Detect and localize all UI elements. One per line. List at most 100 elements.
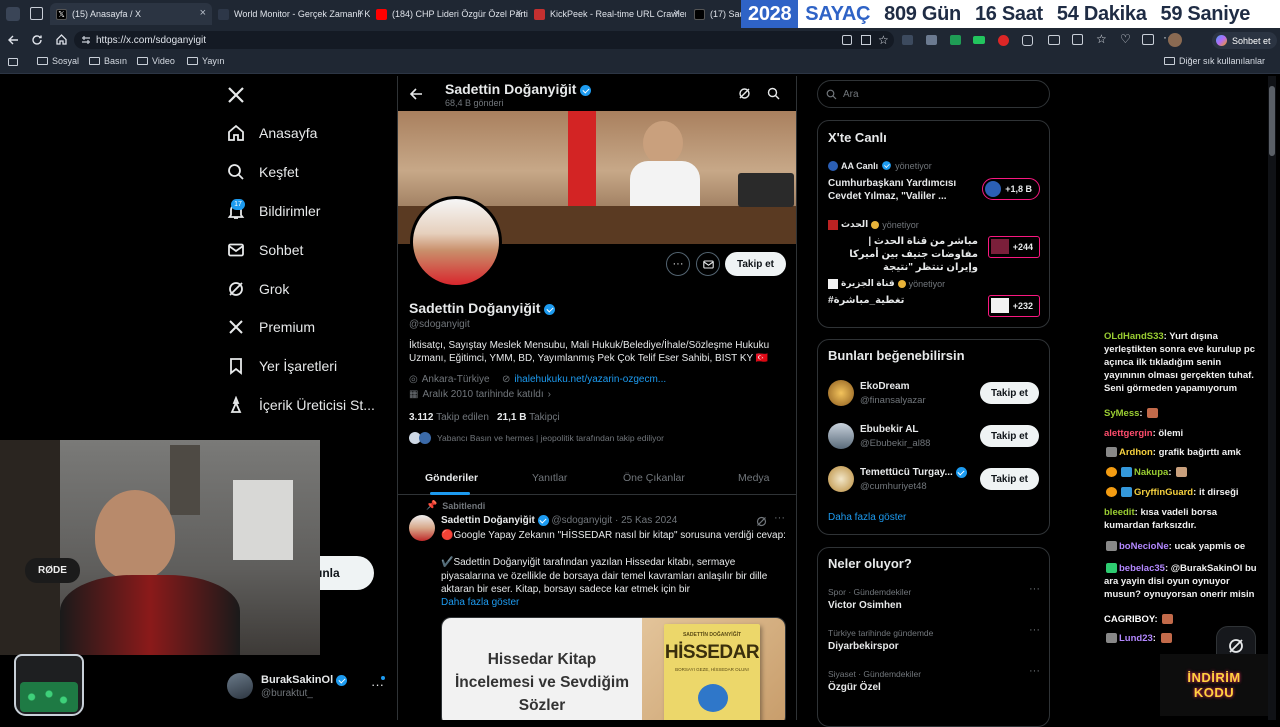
favorites-icon[interactable] xyxy=(1072,34,1083,45)
sidebar-item-bookmarks[interactable]: Yer İşaretleri xyxy=(227,357,337,375)
follow-button[interactable]: Takip et xyxy=(725,252,786,276)
home-icon[interactable] xyxy=(55,33,68,46)
search-icon[interactable] xyxy=(767,87,780,100)
search-input[interactable]: Ara xyxy=(843,89,859,100)
sidebar-item-premium[interactable]: Premium xyxy=(227,318,315,336)
live-item[interactable]: AA Canlı yönetiyor Cumhurbaşkanı Yardımc… xyxy=(828,160,1043,202)
close-icon[interactable]: × xyxy=(674,7,680,19)
follow-button[interactable]: Takip et xyxy=(980,468,1039,490)
tab-replies[interactable]: Yanıtlar xyxy=(532,472,567,484)
trend-item[interactable]: Siyaset · Gündemdekiler Özgür Özel ··· xyxy=(828,665,1040,693)
live-listeners[interactable]: +1,8 B xyxy=(982,178,1040,200)
grok-icon[interactable] xyxy=(738,87,751,100)
split-screen-icon[interactable] xyxy=(1048,35,1060,45)
post-image[interactable]: Hissedar Kitap İncelemesi ve Sevdiğim Sö… xyxy=(441,617,786,720)
live-listeners[interactable]: +244 xyxy=(988,236,1040,258)
more-options-button[interactable]: ··· xyxy=(666,252,690,276)
account-switcher[interactable]: BurakSakinOl @buraktut_ ··· xyxy=(227,673,387,701)
tab-actions-icon[interactable] xyxy=(6,7,20,21)
post-author[interactable]: Sadettin Doğanyiğit xyxy=(441,515,535,526)
back-arrow-icon[interactable] xyxy=(7,34,19,46)
close-icon[interactable]: × xyxy=(200,7,206,19)
extension-icon[interactable] xyxy=(973,36,985,44)
sidebar-item-explore[interactable]: Keşfet xyxy=(227,163,299,181)
tab-media[interactable]: Medya xyxy=(738,472,770,484)
live-item[interactable]: الحدث yönetiyor مباشر من قناة الحدث | مف… xyxy=(828,219,1043,273)
downloads-icon[interactable] xyxy=(1142,34,1154,45)
extension-icon[interactable] xyxy=(902,35,913,45)
counter-days: 809 Gün xyxy=(884,2,961,25)
reload-icon[interactable] xyxy=(31,34,43,46)
bookmark-folder-video[interactable]: Video xyxy=(137,56,175,66)
sidebar-item-creator-studio[interactable]: İçerik Üreticisi St... xyxy=(227,396,375,414)
bookmark-folder-sosyal[interactable]: Sosyal xyxy=(37,56,79,66)
post-date[interactable]: · 25 Kas 2024 xyxy=(615,515,677,526)
bookmark-folder-basin[interactable]: Basın xyxy=(89,56,127,66)
follow-button[interactable]: Takip et xyxy=(980,425,1039,447)
live-role: yönetiyor xyxy=(908,278,946,289)
reader-icon[interactable] xyxy=(861,35,871,45)
suggestion-row[interactable]: Temettücü Turgay... @cumhuriyet48 Takip … xyxy=(828,464,1040,498)
workspaces-icon[interactable] xyxy=(30,7,43,20)
more-dots-icon[interactable]: ··· xyxy=(1029,583,1040,595)
profile-avatar[interactable] xyxy=(410,196,502,288)
live-item[interactable]: قناة الجزيرة yönetiyor #تغطية_مباشرة +23… xyxy=(828,278,1043,317)
profile-avatar[interactable] xyxy=(1168,33,1182,47)
back-arrow-icon[interactable] xyxy=(409,87,423,101)
sidebar-item-chat[interactable]: Sohbet xyxy=(227,241,303,259)
reading-list-icon[interactable] xyxy=(8,58,18,66)
tab-3[interactable]: KickPeek - Real-time URL Crawler × xyxy=(528,3,686,25)
browser-essentials-icon[interactable]: ♡ xyxy=(1120,32,1131,46)
trend-item[interactable]: Türkiye tarihinde gündemde Diyarbekirspo… xyxy=(828,624,1040,652)
more-dots-icon[interactable]: ··· xyxy=(774,512,785,524)
favorite-star-icon[interactable]: ☆ xyxy=(878,33,889,47)
translate-icon[interactable] xyxy=(842,35,852,45)
tab-0[interactable]: 𝕏 (15) Anasayfa / X × xyxy=(50,3,212,25)
chat-message: Ardhon: grafik bağırttı amk xyxy=(1104,446,1241,459)
close-icon[interactable]: × xyxy=(516,7,522,19)
close-icon[interactable]: × xyxy=(358,7,364,19)
microphone: RØDE xyxy=(25,558,80,583)
tab-posts[interactable]: Gönderiler xyxy=(425,472,478,484)
countdown-overlay: 2028 SAYAÇ 809 Gün 16 Saat 54 Dakika 59 … xyxy=(741,0,1280,28)
site-info-icon[interactable] xyxy=(81,35,91,45)
x-logo-icon[interactable] xyxy=(227,86,245,104)
followed-by-row[interactable]: Yabancı Basın ve hermes | jeopolitik tar… xyxy=(409,432,664,444)
tab-2[interactable]: (184) CHP Lideri Özgür Özel Partis × xyxy=(370,3,528,25)
avatar[interactable] xyxy=(409,515,435,541)
following-link[interactable]: 3.112 Takip edilen xyxy=(409,412,489,423)
scrollbar-thumb[interactable] xyxy=(1269,86,1275,156)
search-box[interactable]: Ara xyxy=(817,80,1050,108)
profile-tabs: Gönderiler Yanıtlar Öne Çıkanlar Medya xyxy=(398,462,796,495)
trend-item[interactable]: Spor · Gündemdekiler Victor Osimhen ··· xyxy=(828,583,1040,611)
profile-website[interactable]: ⊘ ihalehukuku.net/yazarin-ozgecm... xyxy=(502,374,666,385)
website-link[interactable]: ihalehukuku.net/yazarin-ozgecm... xyxy=(514,374,666,385)
tab-1[interactable]: World Monitor - Gerçek Zamanlı K × xyxy=(212,3,370,25)
suggestion-row[interactable]: EkoDream @finansalyazar Takip et xyxy=(828,378,1040,412)
copilot-chat-button[interactable]: Sohbet et xyxy=(1212,32,1277,49)
sidebar-item-home[interactable]: Anasayfa xyxy=(227,124,317,142)
url-text: https://x.com/sdoganyigit xyxy=(96,34,207,46)
tab-4[interactable]: (17) Sade xyxy=(688,3,742,25)
bookmark-folder-yayin[interactable]: Yayın xyxy=(187,56,224,66)
page-scrollbar[interactable] xyxy=(1268,76,1276,720)
message-button[interactable] xyxy=(696,252,720,276)
more-dots-icon[interactable]: ··· xyxy=(1029,624,1040,636)
more-dots-icon[interactable]: ··· xyxy=(1029,665,1040,677)
followers-link[interactable]: 21,1 B Takipçi xyxy=(497,412,560,423)
suggestion-row[interactable]: Ebubekir AL @Ebubekir_al88 Takip et xyxy=(828,421,1040,455)
url-field[interactable]: https://x.com/sdoganyigit xyxy=(74,31,894,49)
extension-icon[interactable] xyxy=(950,35,961,45)
extension-icon[interactable] xyxy=(998,35,1009,46)
show-more-link[interactable]: Daha fazla göster xyxy=(441,597,519,608)
show-more-link[interactable]: Daha fazla göster xyxy=(828,512,906,523)
live-listeners[interactable]: +232 xyxy=(988,295,1040,317)
grok-icon[interactable] xyxy=(756,516,767,527)
other-bookmarks[interactable]: Diğer sık kullanılanlar xyxy=(1164,56,1265,66)
tab-highlights[interactable]: Öne Çıkanlar xyxy=(623,472,685,484)
follow-button[interactable]: Takip et xyxy=(980,382,1039,404)
collections-star-icon[interactable]: ☆ xyxy=(1096,32,1107,46)
extensions-puzzle-icon[interactable] xyxy=(1022,35,1033,46)
sidebar-item-grok[interactable]: Grok xyxy=(227,280,289,298)
extension-icon[interactable] xyxy=(926,35,937,45)
